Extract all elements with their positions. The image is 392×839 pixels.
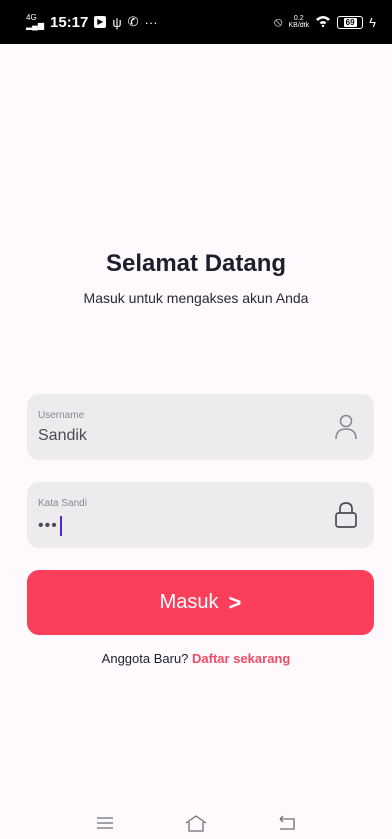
network-indicator: 4G ▂▄▆ [26, 14, 44, 30]
status-bar: 4G ▂▄▆ 15:17 ▶ ψ ✆ ··· ⦸ 0.2 KB/dtk 69 ϟ [0, 0, 392, 44]
menu-icon[interactable] [93, 811, 117, 835]
status-bar-right: ⦸ 0.2 KB/dtk 69 ϟ [274, 14, 376, 30]
battery-icon: 69 [337, 15, 364, 29]
password-masked: ••• [38, 517, 58, 534]
user-icon [335, 414, 357, 440]
home-icon[interactable] [184, 811, 208, 835]
usb-icon: ψ [112, 14, 122, 30]
login-button-label: Masuk [159, 591, 219, 613]
page-subtitle: Masuk untuk mengakses akun Anda [83, 290, 309, 306]
media-icon: ▶ [94, 16, 107, 28]
password-label: Kata Sandi [38, 498, 87, 509]
signal-icon: ▂▄▆ [26, 21, 44, 30]
password-value[interactable]: ••• [38, 516, 62, 536]
battery-level: 69 [343, 17, 357, 27]
network-speed-unit: KB/dtk [288, 22, 310, 29]
more-icon: ··· [144, 14, 158, 30]
register-link[interactable]: Daftar sekarang [192, 651, 290, 666]
username-field[interactable]: Username Sandik [27, 394, 374, 460]
network-speed-value: 0.2 [293, 15, 304, 22]
wifi-icon [315, 15, 331, 30]
back-icon[interactable] [275, 811, 299, 835]
chevron-right-icon: > [228, 589, 242, 615]
text-cursor [59, 516, 62, 536]
login-button[interactable]: Masuk > [27, 570, 374, 635]
register-prompt: Anggota Baru? Daftar sekarang [0, 651, 392, 666]
page-title: Selamat Datang [105, 250, 287, 277]
status-bar-left: 4G ▂▄▆ 15:17 ▶ ψ ✆ ··· [26, 14, 158, 31]
whatsapp-icon: ✆ [127, 14, 139, 29]
username-value[interactable]: Sandik [38, 427, 87, 445]
vibrate-off-icon: ⦸ [274, 14, 283, 29]
password-field[interactable]: Kata Sandi ••• [27, 482, 374, 548]
username-label: Username [38, 410, 85, 421]
charging-icon: ϟ [369, 14, 376, 30]
clock: 15:17 [49, 13, 89, 31]
lock-icon [335, 502, 357, 528]
network-speed: 0.2 KB/dtk [288, 15, 309, 29]
register-prompt-text: Anggota Baru? [101, 651, 189, 666]
navigation-bar [0, 806, 392, 839]
